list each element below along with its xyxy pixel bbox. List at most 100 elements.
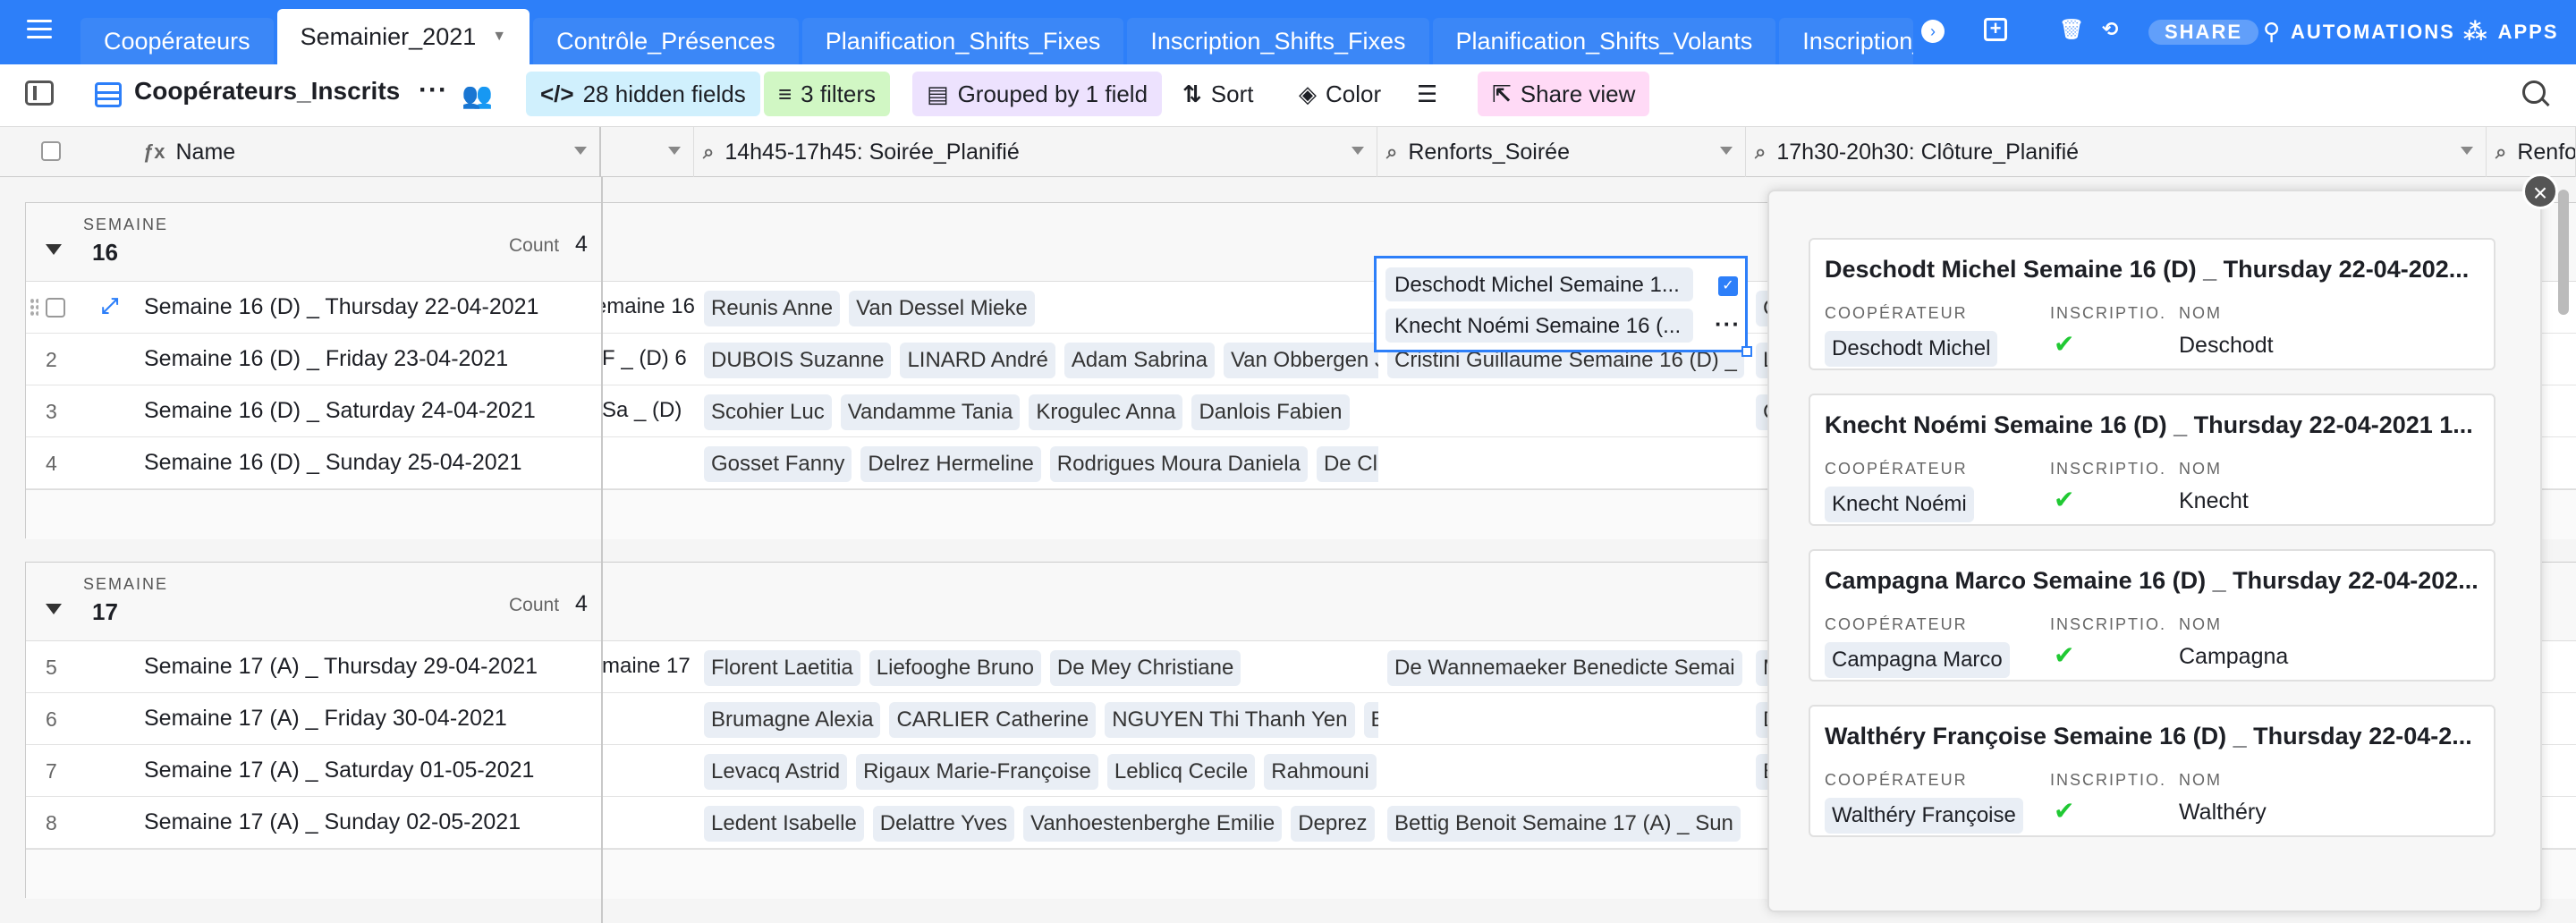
apps-button[interactable]: ⁂ APPS	[2463, 18, 2559, 46]
cell-soiree[interactable]: Brumagne Alexia CARLIER Catherine NGUYEN T…	[704, 702, 1378, 738]
linked-record-chip[interactable]: Knecht Noémi Semaine 16 (...	[1385, 309, 1693, 343]
linked-record-chip[interactable]: Walthéry Françoise	[1825, 798, 2023, 834]
linked-record-chip[interactable]: Deprez	[1291, 806, 1375, 842]
cell-hidden[interactable]: (D) _ Sa	[602, 398, 695, 423]
row-name[interactable]: Semaine 17 (A) _ Saturday 01-05-2021	[144, 758, 534, 783]
linked-record-chip[interactable]: Campagna Marco	[1825, 642, 2010, 678]
linked-record-chip[interactable]: De Wannemaeker Benedicte Semai	[1387, 650, 1742, 686]
row-name[interactable]: Semaine 17 (A) _ Thursday 29-04-2021	[144, 654, 538, 680]
trash-icon[interactable]: 🗑	[2059, 18, 2086, 41]
tab-planification-shifts-volants[interactable]: Planification_Shifts_Volants	[1432, 18, 1776, 64]
linked-record-chip[interactable]: Liefooghe Bruno	[869, 650, 1041, 686]
cell-soiree[interactable]: Florent Laetitia Liefooghe Bruno De Mey Ch…	[704, 650, 1378, 686]
linked-record-chip[interactable]: De Cle	[1316, 446, 1378, 482]
cell-soiree[interactable]: Reunis Anne Van Dessel Mieke	[704, 291, 1378, 326]
record-card[interactable]: Deschodt Michel Semaine 16 (D) _ Thursda…	[1809, 238, 2496, 370]
close-icon[interactable]: ×	[2522, 174, 2558, 209]
column-header-renforts[interactable]: ⌕ Renforts_Soirée	[1377, 127, 1746, 177]
linked-record-chip[interactable]: Delattre Yves	[872, 806, 1015, 842]
cell-hidden[interactable]: 6 (D) _ F	[602, 346, 695, 371]
drag-handle-icon[interactable]	[30, 298, 38, 318]
linked-record-chip[interactable]: Van Dessel Mieke	[849, 291, 1035, 326]
linked-record-chip[interactable]: Florent Laetitia	[704, 650, 860, 686]
linked-record-chip[interactable]: Levacq Astrid	[704, 754, 848, 790]
hide-fields-button[interactable]: </> 28 hidden fields	[526, 72, 760, 116]
linked-record-chip[interactable]: Van Obbergen Je	[1223, 343, 1378, 378]
group-button[interactable]: ▤ Grouped by 1 field	[912, 72, 1163, 116]
row-name[interactable]: Semaine 17 (A) _ Sunday 02-05-2021	[144, 809, 521, 835]
history-icon[interactable]: ⟲	[2102, 18, 2120, 41]
checkbox-checked-icon[interactable]: ✓	[1718, 276, 1738, 296]
record-title[interactable]: Deschodt Michel Semaine 16 (D) _ Thursda…	[1825, 256, 2487, 284]
linked-record-chip[interactable]: Deschodt Michel Semaine 1...	[1385, 267, 1693, 301]
row-name[interactable]: Semaine 16 (D) _ Friday 23-04-2021	[144, 346, 508, 372]
frozen-column-divider[interactable]	[601, 177, 603, 923]
chevron-down-icon[interactable]	[668, 147, 681, 155]
column-header-soiree[interactable]: ⌕ 14h45-17h45: Soirée_Planifié	[694, 127, 1377, 177]
chevron-down-icon[interactable]	[1720, 147, 1733, 155]
linked-record-chip[interactable]: NGUYEN Thi Thanh Yen	[1105, 702, 1355, 738]
linked-record-chip[interactable]: DUBOIS Suzanne	[704, 343, 892, 378]
column-header-hidden[interactable]	[601, 127, 694, 177]
chevron-down-icon[interactable]: ▼	[492, 29, 506, 45]
tab-controle-presences[interactable]: Contrôle_Présences	[533, 18, 799, 64]
linked-record-chip[interactable]: De Mey Christiane	[1049, 650, 1241, 686]
linked-record-chip[interactable]: Leblicq Cecile	[1106, 754, 1256, 790]
chevron-down-icon[interactable]	[1352, 147, 1364, 155]
row-name[interactable]: Semaine 17 (A) _ Friday 30-04-2021	[144, 706, 507, 732]
share-view-button[interactable]: ⇱ Share view	[1478, 72, 1650, 116]
cell-hidden[interactable]: maine 17	[602, 654, 695, 679]
row-name[interactable]: Semaine 16 (D) _ Saturday 24-04-2021	[144, 398, 536, 424]
selected-cell-editor[interactable]: Deschodt Michel Semaine 1... ✓ Knecht No…	[1374, 256, 1752, 357]
linked-record-chip[interactable]: Gosset Fanny	[704, 446, 852, 482]
tab-planification-shifts-fixes[interactable]: Planification_Shifts_Fixes	[801, 18, 1124, 64]
select-all-checkbox[interactable]	[41, 141, 61, 161]
filter-button[interactable]: ≡ 3 filters	[764, 72, 890, 116]
cell-renforts[interactable]: De Wannemaeker Benedicte Semai	[1387, 650, 1754, 686]
linked-record-chip[interactable]: Reunis Anne	[704, 291, 841, 326]
linked-record-chip[interactable]: Scohier Luc	[704, 394, 832, 430]
record-card[interactable]: Knecht Noémi Semaine 16 (D) _ Thursday 2…	[1809, 394, 2496, 526]
color-button[interactable]: ◈ Color	[1284, 72, 1395, 116]
linked-record-chip[interactable]: Krogulec Anna	[1029, 394, 1183, 430]
more-icon[interactable]: ···	[1715, 310, 1741, 338]
linked-record-chip[interactable]: LINARD André	[900, 343, 1055, 378]
column-header-name[interactable]: ƒx Name	[0, 127, 601, 177]
record-card[interactable]: Campagna Marco Semaine 16 (D) _ Thursday…	[1809, 549, 2496, 682]
row-name[interactable]: Semaine 16 (D) _ Thursday 22-04-2021	[144, 294, 538, 320]
cell-soiree[interactable]: Levacq Astrid Rigaux Marie-Françoise Lebli…	[704, 754, 1378, 790]
linked-record-chip[interactable]: Adam Sabrina	[1063, 343, 1215, 378]
cell-soiree[interactable]: Ledent Isabelle Delattre Yves Vanhoestenbe…	[704, 806, 1378, 842]
tab-cooperateurs[interactable]: Coopérateurs	[80, 18, 274, 64]
linked-record-chip[interactable]: Vandamme Tania	[840, 394, 1021, 430]
cell-soiree[interactable]: Gosset Fanny Delrez Hermeline Rodrigues Mo…	[704, 446, 1378, 482]
linked-record-chip[interactable]: Delrez Hermeline	[860, 446, 1041, 482]
linked-record-chip[interactable]: CARLIER Catherine	[889, 702, 1097, 738]
linked-record-chip[interactable]: Danlois Fabien	[1191, 394, 1350, 430]
linked-record-chip[interactable]: Be	[1363, 702, 1378, 738]
cell-renforts[interactable]: Bettig Benoit Semaine 17 (A) _ Sun	[1387, 806, 1754, 842]
row-name[interactable]: Semaine 16 (D) _ Sunday 25-04-2021	[144, 450, 522, 476]
scrollbar[interactable]	[2558, 190, 2569, 315]
sort-button[interactable]: ⇅ Sort	[1168, 72, 1267, 116]
chevron-down-icon[interactable]	[2461, 147, 2473, 155]
record-title[interactable]: Knecht Noémi Semaine 16 (D) _ Thursday 2…	[1825, 411, 2487, 439]
linked-record-chip[interactable]: Bettig Benoit Semaine 17 (A) _ Sun	[1387, 806, 1741, 842]
collaborators-icon[interactable]: 👥	[462, 80, 493, 110]
view-name[interactable]: Coopérateurs_Inscrits	[134, 77, 400, 106]
row-checkbox[interactable]	[46, 298, 65, 318]
collapse-triangle-icon[interactable]	[46, 604, 62, 614]
linked-record-chip[interactable]: Deschodt Michel	[1825, 331, 1998, 367]
tab-semainier-2021[interactable]: Semainier_2021 ▼	[276, 9, 530, 64]
cell-soiree[interactable]: DUBOIS Suzanne LINARD André Adam Sabrina Va…	[704, 343, 1378, 378]
record-title[interactable]: Walthéry Françoise Semaine 16 (D) _ Thur…	[1825, 723, 2487, 750]
search-icon[interactable]	[2522, 80, 2546, 104]
sidebar-toggle-icon[interactable]	[25, 80, 54, 106]
column-header-renforts-2[interactable]: ⌕ Renfo	[2487, 127, 2576, 177]
record-card[interactable]: Walthéry Françoise Semaine 16 (D) _ Thur…	[1809, 705, 2496, 837]
fill-handle[interactable]	[1741, 346, 1752, 357]
chevron-right-icon[interactable]: ›	[1921, 20, 1945, 43]
automations-button[interactable]: ⚲ AUTOMATIONS	[2263, 18, 2455, 46]
linked-record-chip[interactable]: Rigaux Marie-Françoise	[856, 754, 1098, 790]
tab-inscription-shifts-fixes[interactable]: Inscription_Shifts_Fixes	[1127, 18, 1429, 64]
